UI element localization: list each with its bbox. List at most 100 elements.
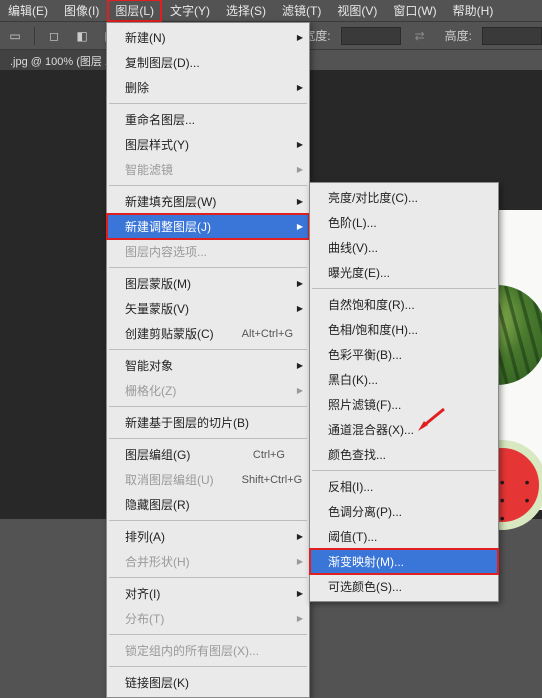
layer-menu-separator [109, 577, 307, 578]
layer-menu-item-label: 对齐(I) [125, 585, 160, 602]
layer-menu-separator [109, 634, 307, 635]
adjustment-submenu-item[interactable]: 颜色查找... [310, 442, 498, 467]
adjustment-submenu-separator [312, 470, 496, 471]
layer-menu-item-label: 重命名图层... [125, 111, 195, 128]
width-input[interactable] [341, 27, 401, 45]
layer-menu-item[interactable]: 重命名图层... [107, 107, 309, 132]
layer-menu-item-label: 图层内容选项... [125, 243, 207, 260]
adjustment-submenu-item-label: 通道混合器(X)... [328, 421, 414, 438]
adjustment-submenu-item[interactable]: 曝光度(E)... [310, 260, 498, 285]
layer-menu-item[interactable]: 图层蒙版(M) [107, 271, 309, 296]
layer-menu-item[interactable]: 复制图层(D)... [107, 50, 309, 75]
rect-select-icon[interactable]: ▭ [6, 27, 24, 45]
menubar: 编辑(E) 图像(I) 图层(L) 文字(Y) 选择(S) 滤镜(T) 视图(V… [0, 0, 542, 22]
adjustment-submenu-item-label: 阈值(T)... [328, 528, 377, 545]
adjustment-submenu-item-label: 色调分离(P)... [328, 503, 402, 520]
adjustment-submenu-item[interactable]: 自然饱和度(R)... [310, 292, 498, 317]
menu-help[interactable]: 帮助(H) [445, 0, 502, 22]
layer-menu-item-label: 新建调整图层(J) [125, 218, 211, 235]
layer-menu-item-label: 栅格化(Z) [125, 382, 176, 399]
adjustment-submenu-item-label: 曝光度(E)... [328, 264, 390, 281]
layer-menu-item-label: 删除 [125, 79, 149, 96]
adjustment-submenu-item-label: 黑白(K)... [328, 371, 378, 388]
layer-menu-item-label: 新建基于图层的切片(B) [125, 414, 249, 431]
adjustment-submenu-item[interactable]: 色相/饱和度(H)... [310, 317, 498, 342]
layer-menu-item-label: 智能对象 [125, 357, 173, 374]
menu-edit[interactable]: 编辑(E) [0, 0, 56, 22]
layer-menu-item[interactable]: 新建(N) [107, 25, 309, 50]
menu-filter[interactable]: 滤镜(T) [274, 0, 329, 22]
layer-menu-item[interactable]: 对齐(I) [107, 581, 309, 606]
layer-menu-separator [109, 185, 307, 186]
adjustment-submenu-item-label: 自然饱和度(R)... [328, 296, 415, 313]
layer-menu-separator [109, 103, 307, 104]
layer-menu-item-label: 创建剪贴蒙版(C) [125, 325, 214, 342]
adjustment-submenu-item[interactable]: 照片滤镜(F)... [310, 392, 498, 417]
adjustment-submenu-item[interactable]: 可选颜色(S)... [310, 574, 498, 599]
adjustment-submenu-item-label: 亮度/对比度(C)... [328, 189, 418, 206]
layer-menu-item-label: 矢量蒙版(V) [125, 300, 189, 317]
adjustment-submenu-item-label: 色彩平衡(B)... [328, 346, 402, 363]
adjustment-submenu-item-label: 反相(I)... [328, 478, 373, 495]
adjustment-submenu-item[interactable]: 曲线(V)... [310, 235, 498, 260]
layer-menu-item-shortcut: Alt+Ctrl+G [242, 328, 293, 340]
layer-menu-item-shortcut: Shift+Ctrl+G [242, 474, 303, 486]
adjustment-submenu-item[interactable]: 反相(I)... [310, 474, 498, 499]
height-label: 高度: [445, 27, 472, 44]
adjustment-submenu-item[interactable]: 色彩平衡(B)... [310, 342, 498, 367]
menu-layer[interactable]: 图层(L) [107, 0, 162, 22]
layer-menu-item[interactable]: 智能对象 [107, 353, 309, 378]
layer-menu-item[interactable]: 新建基于图层的切片(B) [107, 410, 309, 435]
layer-menu-separator [109, 267, 307, 268]
adjustment-submenu-item[interactable]: 色调分离(P)... [310, 499, 498, 524]
adjustment-submenu-item-label: 渐变映射(M)... [328, 553, 404, 570]
layer-menu-separator [109, 520, 307, 521]
adjustment-submenu-separator [312, 288, 496, 289]
layer-menu-item: 取消图层编组(U)Shift+Ctrl+G [107, 467, 309, 492]
adjustment-submenu-item[interactable]: 阈值(T)... [310, 524, 498, 549]
layer-menu-item[interactable]: 新建调整图层(J) [107, 214, 309, 239]
adjustment-layer-submenu: 亮度/对比度(C)... 色阶(L)... 曲线(V)... 曝光度(E)... 自然饱… [309, 182, 499, 602]
layer-menu-item: 锁定组内的所有图层(X)... [107, 638, 309, 663]
layer-menu-item: 合并形状(H) [107, 549, 309, 574]
adjustment-submenu-item-label: 可选颜色(S)... [328, 578, 402, 595]
layer-menu-separator [109, 666, 307, 667]
layer-menu-item-label: 隐藏图层(R) [125, 496, 190, 513]
swap-icon[interactable]: ⇄ [415, 29, 425, 43]
layer-menu-item-label: 复制图层(D)... [125, 54, 200, 71]
menu-window[interactable]: 窗口(W) [385, 0, 444, 22]
layer-menu-separator [109, 349, 307, 350]
layer-menu-item-label: 链接图层(K) [125, 674, 189, 691]
menu-type[interactable]: 文字(Y) [162, 0, 218, 22]
adjustment-submenu-item[interactable]: 通道混合器(X)... [310, 417, 498, 442]
adjustment-submenu-item[interactable]: 黑白(K)... [310, 367, 498, 392]
layer-menu-item[interactable]: 排列(A) [107, 524, 309, 549]
layer-menu-item: 智能滤镜 [107, 157, 309, 182]
layer-menu-item[interactable]: 图层编组(G)Ctrl+G [107, 442, 309, 467]
layer-menu-item[interactable]: 矢量蒙版(V) [107, 296, 309, 321]
layer-menu-item-label: 图层蒙版(M) [125, 275, 191, 292]
layer-menu-dropdown: 新建(N) 复制图层(D)... 删除重命名图层... 图层样式(Y) 智能滤镜新建填充… [106, 22, 310, 698]
layer-menu-item-label: 合并形状(H) [125, 553, 190, 570]
adjustment-submenu-item[interactable]: 亮度/对比度(C)... [310, 185, 498, 210]
selection-new-icon[interactable]: ◻ [45, 27, 63, 45]
menu-select[interactable]: 选择(S) [218, 0, 274, 22]
menu-view[interactable]: 视图(V) [329, 0, 385, 22]
adjustment-submenu-item-label: 曲线(V)... [328, 239, 378, 256]
layer-menu-item[interactable]: 新建填充图层(W) [107, 189, 309, 214]
menu-image[interactable]: 图像(I) [56, 0, 107, 22]
adjustment-submenu-item[interactable]: 色阶(L)... [310, 210, 498, 235]
layer-menu-separator [109, 438, 307, 439]
layer-menu-item[interactable]: 创建剪贴蒙版(C) Alt+Ctrl+G [107, 321, 309, 346]
layer-menu-item-label: 图层样式(Y) [125, 136, 189, 153]
layer-menu-item[interactable]: 隐藏图层(R) [107, 492, 309, 517]
layer-menu-item[interactable]: 删除 [107, 75, 309, 100]
selection-add-icon[interactable]: ◧ [73, 27, 91, 45]
layer-menu-item-label: 新建(N) [125, 29, 166, 46]
adjustment-submenu-item-label: 色相/饱和度(H)... [328, 321, 418, 338]
adjustment-submenu-item[interactable]: 渐变映射(M)... [310, 549, 498, 574]
height-input[interactable] [482, 27, 542, 45]
layer-menu-item[interactable]: 图层样式(Y) [107, 132, 309, 157]
layer-menu-item[interactable]: 链接图层(K) [107, 670, 309, 695]
adjustment-submenu-item-label: 色阶(L)... [328, 214, 377, 231]
